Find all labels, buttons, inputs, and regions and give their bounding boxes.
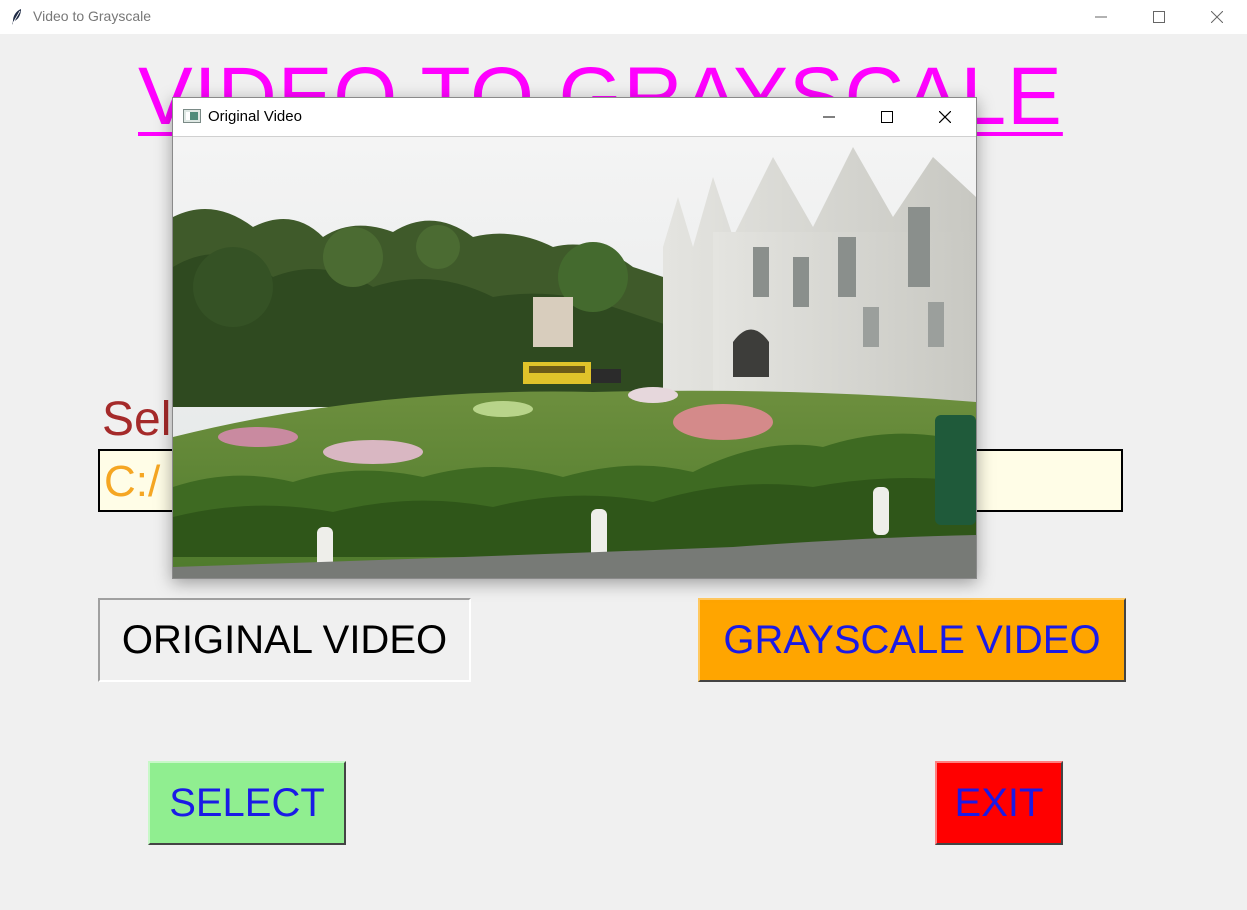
exit-button[interactable]: EXIT: [935, 761, 1063, 845]
close-icon: [1211, 11, 1223, 23]
video-maximize-button[interactable]: [858, 98, 916, 136]
video-minimize-button[interactable]: [800, 98, 858, 136]
minimize-icon: [823, 116, 835, 118]
video-frame-image: [173, 137, 976, 578]
original-video-window[interactable]: Original Video: [172, 97, 977, 579]
maximize-icon: [1153, 11, 1165, 23]
original-video-button[interactable]: ORIGINAL VIDEO: [98, 598, 471, 682]
path-input-value: C:/: [104, 457, 161, 506]
main-titlebar: Video to Grayscale: [0, 0, 1247, 34]
app-window: Video to Grayscale VIDEO TO GRAYSCALE Se…: [0, 0, 1247, 910]
select-button[interactable]: SELECT: [148, 761, 346, 845]
select-video-label: Sel: [102, 393, 172, 446]
video-window-title: Original Video: [208, 108, 302, 125]
close-button[interactable]: [1188, 0, 1246, 34]
close-icon: [939, 111, 951, 123]
minimize-icon: [1095, 16, 1107, 18]
maximize-icon: [881, 111, 893, 123]
feather-icon: [12, 9, 21, 25]
video-window-titlebar[interactable]: Original Video: [173, 98, 976, 137]
video-window-icon: [183, 109, 201, 123]
video-frame: [173, 137, 976, 578]
maximize-button[interactable]: [1130, 0, 1188, 34]
minimize-button[interactable]: [1072, 0, 1130, 34]
grayscale-video-button[interactable]: GRAYSCALE VIDEO: [698, 598, 1126, 682]
window-title: Video to Grayscale: [33, 8, 152, 24]
video-close-button[interactable]: [916, 98, 974, 136]
